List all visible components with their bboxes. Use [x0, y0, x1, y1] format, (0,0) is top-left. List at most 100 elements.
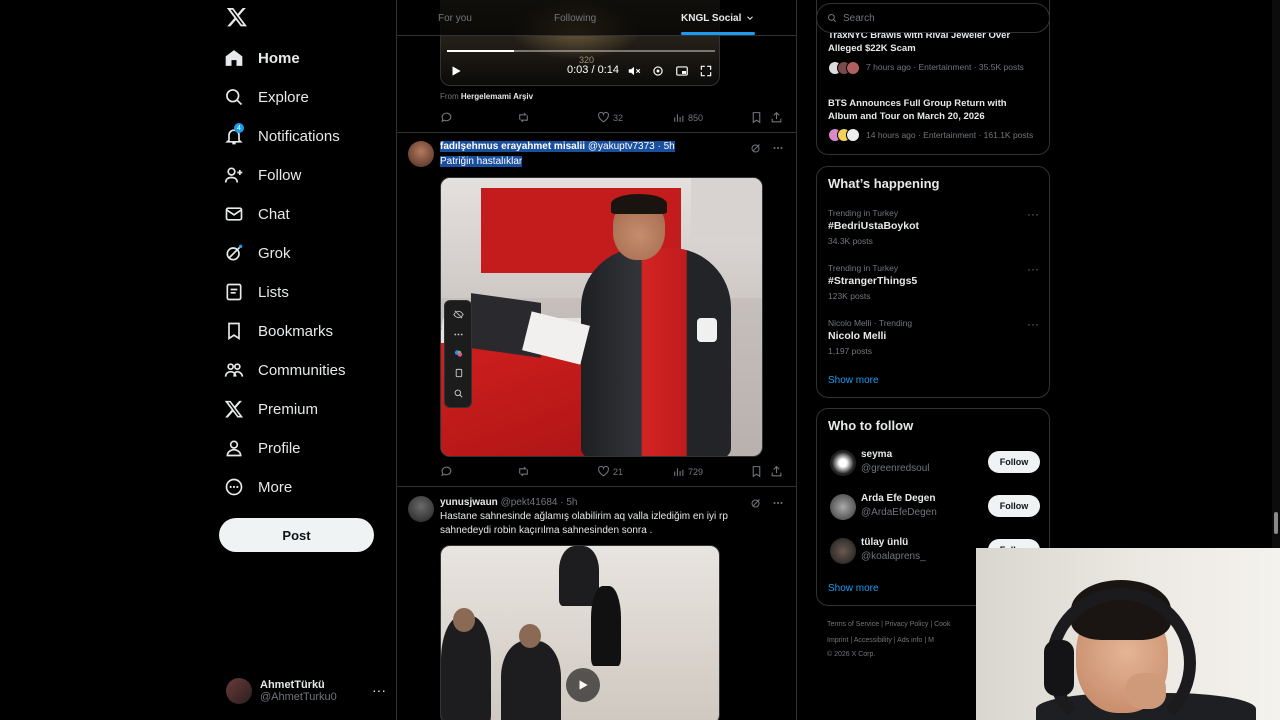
webcam-detail	[1126, 673, 1166, 709]
copy-icon[interactable]	[453, 368, 464, 379]
tab-following[interactable]: Following	[554, 0, 596, 36]
account-info: AhmetTürkü @AhmetTurku0	[260, 679, 337, 703]
grok-icon[interactable]	[750, 497, 762, 509]
search-placeholder: Search	[843, 12, 875, 24]
play-icon[interactable]	[449, 64, 463, 78]
user-handle: @ArdaEfeDegen	[861, 507, 937, 518]
tweet3-time[interactable]: · 5h	[560, 497, 577, 508]
account-more-icon[interactable]: ···	[372, 682, 386, 698]
more-icon[interactable]	[772, 497, 784, 509]
nav-communities[interactable]: Communities	[224, 355, 346, 385]
account-switcher[interactable]: AhmetTürkü @AhmetTurku0 ···	[226, 674, 386, 708]
share-icon	[771, 111, 782, 123]
search-icon	[827, 13, 837, 23]
tweet2-author-handle[interactable]: @yakuptv7373	[587, 141, 655, 152]
more-icon[interactable]: ···	[1027, 207, 1039, 221]
show-more-link[interactable]: Show more	[828, 583, 879, 594]
account-handle: @AhmetTurku0	[260, 691, 337, 703]
avatar	[830, 494, 856, 520]
follow-button[interactable]: Follow	[988, 451, 1040, 473]
more-icon[interactable]	[453, 329, 464, 340]
from-name[interactable]: Hergelemami Arşiv	[461, 92, 533, 101]
more-icon[interactable]	[772, 142, 784, 154]
play-icon	[579, 680, 588, 690]
nav-lists[interactable]: Lists	[224, 277, 289, 307]
tab-kngl-social[interactable]: KNGL Social	[681, 0, 755, 36]
copilot-icon[interactable]	[453, 348, 464, 359]
nav-notifications[interactable]: 4 Notifications	[224, 121, 340, 151]
tweet3-author-handle[interactable]: @pekt41684	[501, 497, 558, 508]
nav-premium[interactable]: Premium	[224, 394, 318, 424]
trend-name[interactable]: #BedriUstaBoykot	[828, 220, 919, 232]
like-button[interactable]: 32	[597, 111, 623, 124]
tweet2-actions: 21 729	[440, 465, 790, 479]
more-circle-icon	[225, 478, 243, 496]
footer-links[interactable]: Terms of Service | Privacy Policy | Cook	[827, 621, 950, 628]
nav-more[interactable]: More	[224, 472, 292, 502]
search-icon[interactable]	[453, 388, 464, 399]
retweet-button[interactable]	[517, 465, 530, 478]
news-item-title[interactable]: BTS Announces Full Group Return with Alb…	[828, 97, 1038, 123]
nav-home[interactable]: Home	[224, 43, 300, 73]
fullscreen-icon[interactable]	[699, 64, 713, 78]
who-to-follow-item[interactable]: seyma @greenredsoul Follow	[828, 447, 1040, 481]
from-prefix: From	[440, 92, 459, 101]
post-button[interactable]: Post	[219, 518, 374, 552]
nav-bookmarks[interactable]: Bookmarks	[224, 316, 333, 346]
share-button[interactable]	[770, 111, 783, 124]
x-app-window: Home Explore 4 Notifications Follow Chat…	[0, 0, 1280, 720]
search-input[interactable]: Search	[816, 3, 1050, 33]
trend-name[interactable]: Nicolo Melli	[828, 330, 886, 342]
who-to-follow-item[interactable]: Arda Efe Degen @ArdaEfeDegen Follow	[828, 491, 1040, 525]
eye-off-icon[interactable]	[452, 309, 464, 320]
more-icon[interactable]: ···	[1027, 317, 1039, 331]
tweet3-avatar[interactable]	[408, 496, 434, 522]
footer-links[interactable]: Imprint | Accessibility | Ads info | M	[827, 637, 934, 644]
like-count: 32	[613, 112, 624, 123]
tweet2-video[interactable]	[440, 177, 763, 457]
nav-explore[interactable]: Explore	[224, 82, 309, 112]
video-progress-bar[interactable]	[447, 50, 715, 52]
video-progress-fill	[447, 50, 514, 52]
x-logo-icon[interactable]	[226, 6, 248, 28]
tweet2-avatar[interactable]	[408, 141, 434, 167]
mute-icon[interactable]	[627, 64, 641, 78]
tweet3-author-name[interactable]: yunusjwaun	[440, 497, 498, 508]
grok-icon[interactable]	[750, 142, 762, 154]
views-button[interactable]: 729	[672, 465, 703, 478]
reply-button[interactable]	[440, 111, 453, 124]
like-button[interactable]: 21	[597, 465, 623, 478]
play-button[interactable]	[566, 668, 600, 702]
tweet3-video[interactable]	[440, 545, 720, 720]
tab-for-you[interactable]: For you	[438, 0, 472, 36]
tweet-divider	[397, 132, 796, 133]
picture-in-picture-icon[interactable]	[675, 64, 689, 78]
scrollbar-thumb[interactable]	[1274, 512, 1278, 534]
follow-button[interactable]: Follow	[988, 495, 1040, 517]
settings-icon[interactable]	[651, 64, 665, 78]
nav-profile[interactable]: Profile	[224, 433, 301, 463]
show-more-link[interactable]: Show more	[828, 375, 879, 386]
news-item-meta: 7 hours ago · Entertainment · 35.5K post…	[866, 62, 1024, 72]
video-frame-detail	[691, 178, 762, 238]
floating-toolbar	[444, 300, 472, 408]
user-handle: @koalaprens_	[861, 551, 926, 562]
tweet2-time[interactable]: · 5h	[657, 141, 675, 152]
bookmark-button[interactable]	[750, 465, 763, 478]
nav-follow[interactable]: Follow	[224, 160, 301, 190]
trend-category: Trending in Turkey	[828, 208, 899, 218]
avatar	[830, 538, 856, 564]
bookmark-icon	[228, 322, 240, 341]
bookmark-button[interactable]	[750, 111, 763, 124]
person-add-icon	[224, 167, 243, 183]
nav-lists-label: Lists	[258, 283, 289, 301]
tweet2-author-name[interactable]: fadılşehmus erayahmet misalii	[440, 141, 586, 152]
retweet-button[interactable]	[517, 111, 530, 124]
nav-grok[interactable]: Grok	[224, 238, 291, 268]
trend-name[interactable]: #StrangerThings5	[828, 275, 917, 287]
views-button[interactable]: 850	[672, 111, 703, 124]
nav-chat[interactable]: Chat	[224, 199, 290, 229]
reply-button[interactable]	[440, 465, 453, 478]
share-button[interactable]	[770, 465, 783, 478]
more-icon[interactable]: ···	[1027, 262, 1039, 276]
